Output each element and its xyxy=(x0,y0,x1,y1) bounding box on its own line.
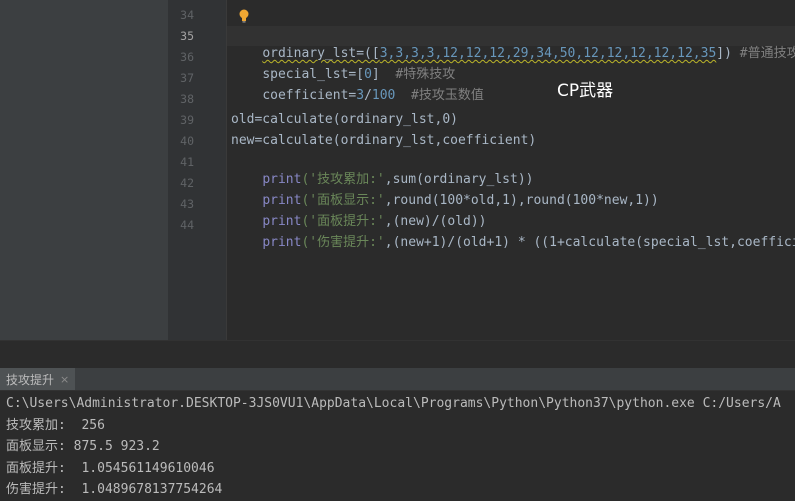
console-line: 面板显示: 875.5 923.2 xyxy=(6,439,160,454)
line-number: 41 xyxy=(180,155,194,169)
line-number: 42 xyxy=(180,176,194,190)
watermark-text: CP武器 xyxy=(557,81,614,101)
line-number: 37 xyxy=(180,71,194,85)
line-number: 43 xyxy=(180,197,194,211)
line-number: 40 xyxy=(180,134,194,148)
run-tab-bar: 技攻提升 × xyxy=(0,368,795,391)
code-line-39[interactable]: old=calculate(ordinary_lst,0) xyxy=(231,111,458,129)
editor-bottom-bar xyxy=(0,340,795,369)
line-number: 39 xyxy=(180,113,194,127)
code-token: coefficient= xyxy=(262,88,357,103)
console-line: 技攻累加: 256 xyxy=(6,417,105,433)
line-number: 38 xyxy=(180,92,194,106)
gutter-divider xyxy=(226,0,227,340)
code-token: 100 xyxy=(371,88,396,103)
line-number: 35 xyxy=(180,29,194,43)
line-number: 34 xyxy=(180,8,194,22)
line-number: 36 xyxy=(180,50,194,64)
line-number: 44 xyxy=(180,218,194,232)
code-comment: #普通技攻 xyxy=(739,46,795,61)
code-token: / xyxy=(364,88,372,103)
project-panel xyxy=(0,0,168,340)
code-token: print xyxy=(262,235,302,250)
console-output[interactable]: C:\Users\Administrator.DESKTOP-3JS0VU1\A… xyxy=(6,393,781,501)
console-line: C:\Users\Administrator.DESKTOP-3JS0VU1\A… xyxy=(6,396,781,411)
code-string: ('伤害提升:' xyxy=(301,235,385,250)
code-line-44[interactable]: print('伤害提升:',(new+1)/(old+1) * ((1+calc… xyxy=(231,216,795,270)
console-line: 面板提升: 1.054561149610046 xyxy=(6,460,215,476)
code-token: ,(new+1)/(old+1) * ((1+calculate(special… xyxy=(384,235,795,250)
run-tab[interactable]: 技攻提升 × xyxy=(0,368,76,390)
code-token: 3 xyxy=(356,88,365,103)
code-comment: #技攻玉数值 xyxy=(395,88,484,103)
code-editor[interactable]: 34 35 36 37 38 39 40 41 42 43 44 ordinar… xyxy=(0,0,795,340)
run-tab-label: 技攻提升 xyxy=(6,372,55,387)
code-token: ]) xyxy=(716,46,740,61)
code-line-40[interactable]: new=calculate(ordinary_lst,coefficient) xyxy=(231,132,536,150)
close-icon[interactable]: × xyxy=(60,373,69,386)
console-line: 伤害提升: 1.0489678137754264 xyxy=(6,482,223,497)
lightbulb-icon[interactable] xyxy=(238,9,250,23)
